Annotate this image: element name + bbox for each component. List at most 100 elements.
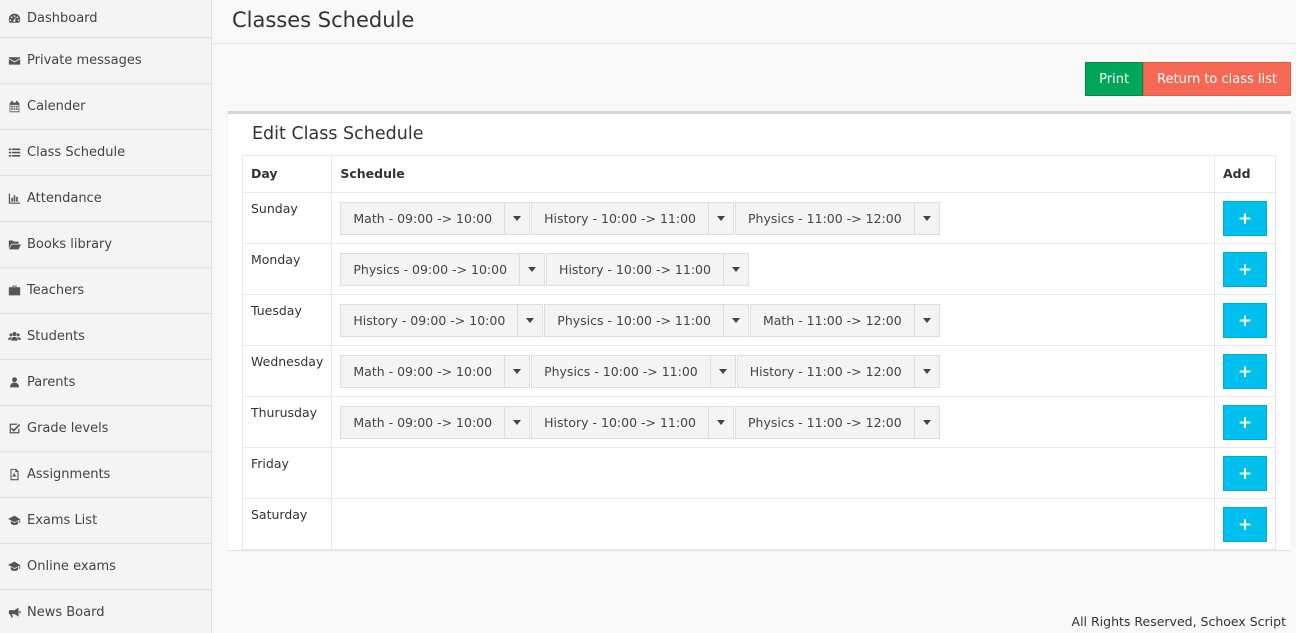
add-cell: + — [1214, 498, 1276, 550]
day-cell: Friday — [241, 447, 333, 499]
caret-down-icon[interactable] — [520, 254, 544, 285]
caret-down-icon[interactable] — [915, 407, 939, 438]
sidebar-item-assignments[interactable]: Assignments — [0, 452, 211, 498]
schedule-slot[interactable]: Math - 09:00 -> 10:00 — [340, 355, 531, 388]
schedule-slot[interactable]: Math - 09:00 -> 10:00 — [340, 202, 531, 235]
add-cell: + — [1214, 294, 1276, 346]
slot-label[interactable]: Math - 09:00 -> 10:00 — [341, 407, 506, 438]
add-cell: + — [1214, 243, 1276, 295]
add-cell: + — [1214, 396, 1276, 448]
caret-down-icon[interactable] — [711, 356, 735, 387]
sidebar-item-class-schedule[interactable]: Class Schedule — [0, 130, 211, 176]
envelope-icon — [7, 54, 21, 68]
slot-label[interactable]: Physics - 09:00 -> 10:00 — [341, 254, 521, 285]
return-to-class-list-button[interactable]: Return to class list — [1143, 62, 1291, 96]
add-slot-button[interactable]: + — [1223, 201, 1267, 236]
table-row: Sunday Math - 09:00 -> 10:00 History - 1… — [241, 192, 1276, 244]
caret-down-icon[interactable] — [505, 203, 529, 234]
sidebar-item-label: Class Schedule — [27, 145, 126, 160]
slot-label[interactable]: Math - 11:00 -> 12:00 — [751, 305, 915, 336]
schedule-slot[interactable]: Math - 11:00 -> 12:00 — [749, 304, 940, 337]
sidebar-item-students[interactable]: Students — [0, 314, 211, 360]
sidebar-item-news-board[interactable]: News Board — [0, 590, 211, 633]
schedule-cell: Math - 09:00 -> 10:00 History - 10:00 ->… — [331, 192, 1215, 244]
schedule-slot[interactable]: Math - 09:00 -> 10:00 — [340, 406, 531, 439]
add-slot-button[interactable]: + — [1223, 507, 1267, 542]
caret-down-icon[interactable] — [915, 356, 939, 387]
graduation-cap-icon — [7, 514, 21, 528]
add-slot-button[interactable]: + — [1223, 303, 1267, 338]
sidebar-item-books-library[interactable]: Books library — [0, 222, 211, 268]
add-slot-button[interactable]: + — [1223, 456, 1267, 491]
sidebar-item-private-messages[interactable]: Private messages — [0, 38, 211, 84]
table-row: Monday Physics - 09:00 -> 10:00 History … — [241, 243, 1276, 295]
table-row: Saturday + — [241, 498, 1276, 550]
dashboard-icon — [7, 12, 21, 26]
print-button[interactable]: Print — [1085, 62, 1144, 96]
schedule-slot[interactable]: Physics - 09:00 -> 10:00 — [340, 253, 546, 286]
slot-label[interactable]: Math - 09:00 -> 10:00 — [341, 203, 506, 234]
slot-label[interactable]: History - 09:00 -> 10:00 — [341, 305, 519, 336]
slot-label[interactable]: History - 10:00 -> 11:00 — [532, 407, 709, 438]
add-slot-button[interactable]: + — [1223, 252, 1267, 287]
table-row: Tuesday History - 09:00 -> 10:00 Physics… — [241, 294, 1276, 346]
schedule-cell — [331, 498, 1215, 550]
sidebar-item-parents[interactable]: Parents — [0, 360, 211, 406]
sidebar-item-label: Attendance — [27, 191, 102, 206]
slot-label[interactable]: History - 11:00 -> 12:00 — [738, 356, 915, 387]
sidebar-item-label: Online exams — [27, 559, 116, 574]
slot-label[interactable]: Physics - 11:00 -> 12:00 — [736, 203, 915, 234]
schedule-slot[interactable]: Physics - 10:00 -> 11:00 — [544, 304, 749, 337]
schedule-slot[interactable]: History - 10:00 -> 11:00 — [546, 253, 749, 286]
sidebar-item-calender[interactable]: Calender — [0, 84, 211, 130]
caret-down-icon[interactable] — [724, 305, 748, 336]
sidebar-item-label: News Board — [27, 605, 105, 620]
page-header: Classes Schedule — [213, 0, 1296, 44]
slot-label[interactable]: Physics - 10:00 -> 11:00 — [532, 356, 711, 387]
box-title: Edit Class Schedule — [252, 124, 424, 144]
slot-label[interactable]: Physics - 11:00 -> 12:00 — [736, 407, 915, 438]
add-cell: + — [1214, 447, 1276, 499]
folder-open-icon — [7, 238, 21, 252]
schedule-cell: Physics - 09:00 -> 10:00 History - 10:00… — [331, 243, 1215, 295]
caret-down-icon[interactable] — [518, 305, 542, 336]
schedule-slot[interactable]: Physics - 11:00 -> 12:00 — [734, 406, 940, 439]
day-cell: Thurusday — [241, 396, 333, 448]
caret-down-icon[interactable] — [724, 254, 748, 285]
add-slot-button[interactable]: + — [1223, 354, 1267, 389]
sidebar-item-dashboard[interactable]: Dashboard — [0, 0, 211, 38]
schedule-slot[interactable]: History - 09:00 -> 10:00 — [340, 304, 544, 337]
sidebar-item-label: Grade levels — [27, 421, 109, 436]
add-slot-button[interactable]: + — [1223, 405, 1267, 440]
schedule-table: Day Schedule Add Sunday Math - 09:00 -> … — [241, 155, 1276, 550]
schedule-slot[interactable]: History - 10:00 -> 11:00 — [531, 406, 734, 439]
caret-down-icon[interactable] — [709, 407, 733, 438]
sidebar-item-teachers[interactable]: Teachers — [0, 268, 211, 314]
caret-down-icon[interactable] — [915, 305, 939, 336]
sidebar-item-online-exams[interactable]: Online exams — [0, 544, 211, 590]
schedule-slot[interactable]: Physics - 11:00 -> 12:00 — [734, 202, 940, 235]
sidebar-item-grade-levels[interactable]: Grade levels — [0, 406, 211, 452]
edit-class-schedule-box: Edit Class Schedule Day Schedule Add Sun… — [228, 111, 1291, 550]
slot-label[interactable]: History - 10:00 -> 11:00 — [547, 254, 724, 285]
schedule-slot[interactable]: Physics - 10:00 -> 11:00 — [531, 355, 736, 388]
sidebar-item-label: Dashboard — [27, 11, 98, 26]
slot-label[interactable]: Physics - 10:00 -> 11:00 — [545, 305, 724, 336]
sidebar-item-label: Assignments — [27, 467, 111, 482]
day-cell: Monday — [241, 243, 333, 295]
day-cell: Sunday — [241, 192, 333, 244]
schedule-slot[interactable]: History - 11:00 -> 12:00 — [736, 355, 940, 388]
caret-down-icon[interactable] — [505, 407, 529, 438]
file-pdf-icon — [7, 468, 21, 482]
user-icon — [7, 376, 21, 390]
slot-label[interactable]: History - 10:00 -> 11:00 — [532, 203, 709, 234]
calendar-icon — [7, 100, 21, 114]
caret-down-icon[interactable] — [505, 356, 529, 387]
caret-down-icon[interactable] — [915, 203, 939, 234]
sidebar-item-exams-list[interactable]: Exams List — [0, 498, 211, 544]
schedule-slot[interactable]: History - 10:00 -> 11:00 — [531, 202, 734, 235]
caret-down-icon[interactable] — [709, 203, 733, 234]
slot-label[interactable]: Math - 09:00 -> 10:00 — [341, 356, 506, 387]
sidebar-item-label: Calender — [27, 99, 86, 114]
sidebar-item-attendance[interactable]: Attendance — [0, 176, 211, 222]
